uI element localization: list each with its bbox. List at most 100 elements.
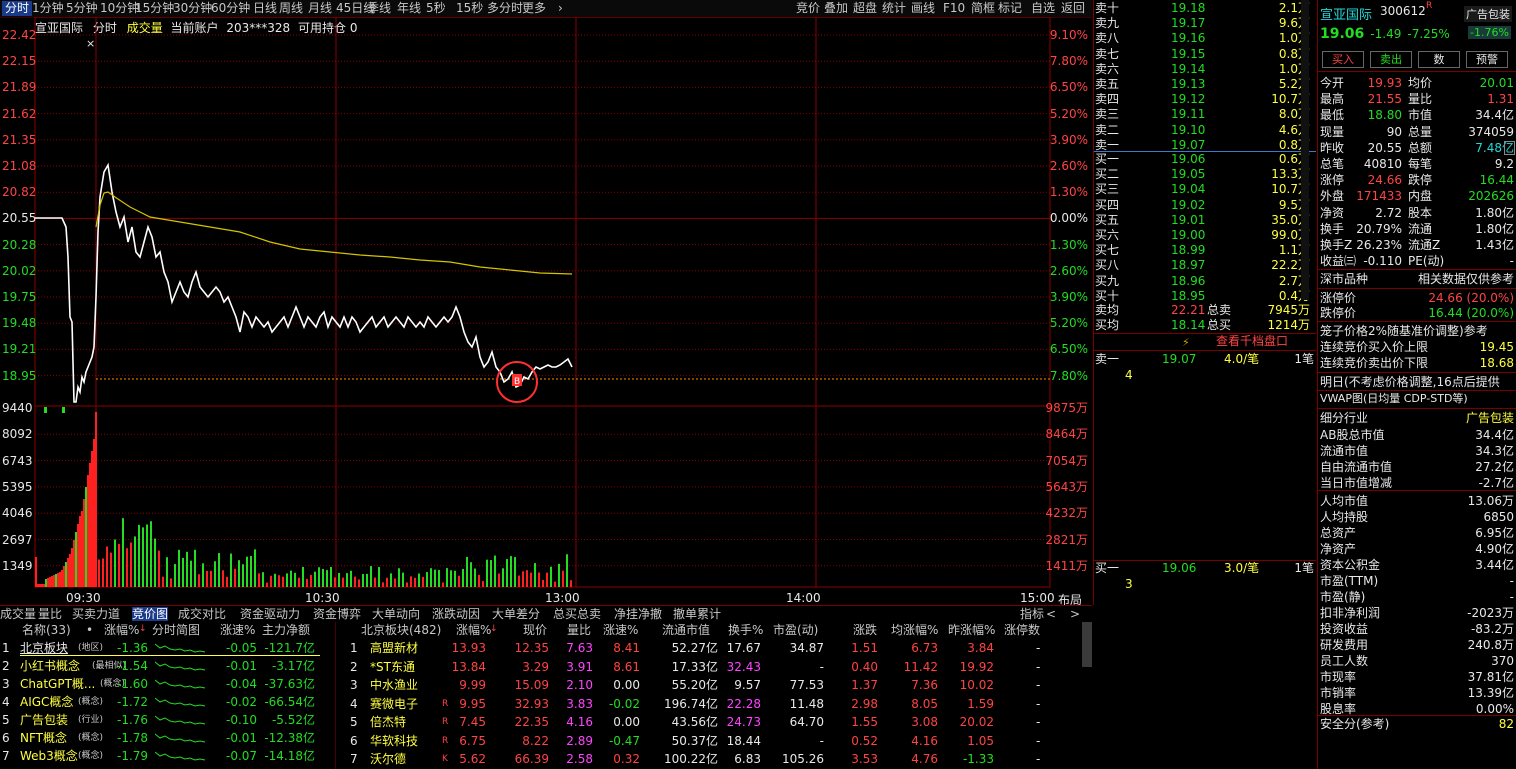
tool-7[interactable]: 标记 bbox=[998, 1, 1022, 16]
left-table-header[interactable]: 名称(33) bbox=[22, 622, 71, 638]
right-table-scrollbar[interactable] bbox=[1082, 622, 1092, 667]
sell-level[interactable]: 卖四 19.12 10.7万 bbox=[1094, 92, 1316, 107]
intraday-chart[interactable]: 宣亚国际 分时 成交量 当前账户 203***328 可用持仓 0 × B 布局… bbox=[0, 17, 1092, 607]
tool-1[interactable]: 叠加 bbox=[824, 1, 848, 16]
right-table-row[interactable]: 7 沃尔德 K 5.62 66.39 2.58 0.32 100.22亿 6.83 105.26 3… bbox=[336, 750, 1081, 768]
tab-period-2[interactable]: 5分钟 bbox=[66, 1, 98, 16]
right-table-row[interactable]: 1 高盟新材 13.93 12.35 7.63 8.41 52.27亿 17.67 34.87 1… bbox=[336, 639, 1081, 657]
buy-level[interactable]: 买二 19.05 13.3万 bbox=[1094, 167, 1316, 182]
tab-period-12[interactable]: 年线 bbox=[397, 1, 421, 16]
tab-period-0[interactable]: 分时 bbox=[2, 1, 33, 16]
sell-level[interactable]: 卖五 19.13 5.2万 bbox=[1094, 77, 1316, 92]
left-table-row[interactable]: 3 ChatGPT概... (概念) -1.60 -0.04 -37.63亿 bbox=[0, 675, 335, 693]
buy-level[interactable]: 买四 19.02 9.5万 bbox=[1094, 198, 1316, 213]
right-table-header[interactable]: 均涨幅% bbox=[891, 622, 938, 638]
tab-period-16[interactable]: 更多 bbox=[522, 1, 546, 16]
more-arrow-icon[interactable]: › bbox=[558, 1, 563, 16]
right-table-row[interactable]: 3 中水渔业 9.99 15.09 2.10 0.00 55.20亿 9.57 77.53 1.3… bbox=[336, 676, 1081, 694]
right-table-header[interactable]: 涨幅% bbox=[456, 622, 491, 638]
indicator-tab[interactable]: 成交量 bbox=[0, 607, 36, 621]
left-table-header[interactable]: 分时简图 bbox=[152, 622, 200, 638]
tool-6[interactable]: 简框 bbox=[971, 1, 995, 16]
alert-button[interactable]: 预警 bbox=[1466, 51, 1508, 68]
tool-4[interactable]: 画线 bbox=[911, 1, 935, 16]
sell-level[interactable]: 卖三 19.11 8.0万 bbox=[1094, 107, 1316, 122]
sell-level[interactable]: 卖八 19.16 1.0万 bbox=[1094, 31, 1316, 46]
sell-level[interactable]: 卖十 19.18 2.1万 bbox=[1094, 1, 1316, 16]
indicator-tab[interactable]: 净挂净撤 bbox=[614, 607, 662, 621]
right-table-row[interactable]: 2 *ST东通 13.84 3.29 3.91 8.61 17.33亿 32.43 - 0.40 1… bbox=[336, 658, 1081, 676]
sell-level[interactable]: 卖九 19.17 9.6万 bbox=[1094, 16, 1316, 31]
right-table-header[interactable]: 换手% bbox=[728, 622, 763, 638]
tab-period-15[interactable]: 多分时 bbox=[487, 1, 523, 16]
left-table-row[interactable]: 5 广告包装 (行业) -1.76 -0.10 -5.52亿 bbox=[0, 711, 335, 729]
indicator-tab[interactable]: 量比 bbox=[38, 607, 62, 621]
tab-period-11[interactable]: 季线 bbox=[367, 1, 391, 16]
left-table-row[interactable]: 4 AIGC概念 (概念) -1.72 -0.02 -66.54亿 bbox=[0, 693, 335, 711]
sell-level[interactable]: 卖七 19.15 0.8万 bbox=[1094, 47, 1316, 62]
tab-period-1[interactable]: 1分钟 bbox=[32, 1, 64, 16]
tab-period-3[interactable]: 10分钟 bbox=[100, 1, 139, 16]
buy-level[interactable]: 买三 19.04 10.7万 bbox=[1094, 182, 1316, 197]
buy-level[interactable]: 买十 18.95 0.4万 bbox=[1094, 289, 1316, 304]
industry-value[interactable]: 广告包装 bbox=[1466, 410, 1514, 426]
right-table-header[interactable]: 北京板块(482) bbox=[361, 622, 441, 638]
tab-period-9[interactable]: 月线 bbox=[308, 1, 332, 16]
indicator-tab[interactable]: 资金博弈 bbox=[313, 607, 361, 621]
buy-level[interactable]: 买一 19.06 0.6万 bbox=[1094, 152, 1316, 167]
sell-button[interactable]: 卖出 bbox=[1370, 51, 1412, 68]
vwap-link[interactable]: VWAP图(日均量 CDP-STD等) bbox=[1320, 391, 1514, 407]
sell-level[interactable]: 卖六 19.14 1.0万 bbox=[1094, 62, 1316, 77]
tab-period-8[interactable]: 周线 bbox=[279, 1, 303, 16]
tab-period-5[interactable]: 30分钟 bbox=[173, 1, 212, 16]
right-table-header[interactable]: 流通市值 bbox=[662, 622, 710, 638]
left-table-row[interactable]: 2 小红书概念 (最相似) -1.54 -0.01 -3.17亿 bbox=[0, 657, 335, 675]
right-table-header[interactable]: 现价 bbox=[523, 622, 547, 638]
right-table-header[interactable]: 市盈(动) bbox=[773, 622, 818, 638]
indicator-tab[interactable]: 买卖力道 bbox=[72, 607, 120, 621]
tool-2[interactable]: 超盘 bbox=[853, 1, 877, 16]
right-table-header[interactable]: 量比 bbox=[567, 622, 591, 638]
buy-level[interactable]: 买五 19.01 35.0万 bbox=[1094, 213, 1316, 228]
tool-3[interactable]: 统计 bbox=[882, 1, 906, 16]
right-table-row[interactable]: 6 华软科技 R 6.75 8.22 2.89 -0.47 50.37亿 18.44 - 0.52 4… bbox=[336, 732, 1081, 750]
scroll-left-arrow[interactable]: < bbox=[1046, 607, 1056, 621]
right-table-row[interactable]: 5 倍杰特 R 7.45 22.35 4.16 0.00 43.56亿 24.73 64.70 1.… bbox=[336, 713, 1081, 731]
tab-period-4[interactable]: 15分钟 bbox=[135, 1, 174, 16]
sell-level[interactable]: 卖二 19.10 4.6万 bbox=[1094, 123, 1316, 138]
left-table-header[interactable]: 涨幅% bbox=[104, 622, 139, 638]
indicator-menu-button[interactable]: 指标 bbox=[1020, 607, 1044, 621]
tool-9[interactable]: 返回 bbox=[1061, 1, 1085, 16]
indicator-tab[interactable]: 撤单累计 bbox=[673, 607, 721, 621]
indicator-tab[interactable]: 资金驱动力 bbox=[240, 607, 300, 621]
indicator-tab[interactable]: 竞价图 bbox=[132, 607, 169, 621]
order-book-scrollbar[interactable] bbox=[1301, 0, 1309, 300]
quantity-button[interactable]: 数 bbox=[1418, 51, 1460, 68]
tool-8[interactable]: 自选 bbox=[1031, 1, 1055, 16]
buy-level[interactable]: 买七 18.99 1.1万 bbox=[1094, 243, 1316, 258]
indicator-tab[interactable]: 大单差分 bbox=[492, 607, 540, 621]
right-table-header[interactable]: 涨跌 bbox=[853, 622, 877, 638]
tab-period-6[interactable]: 60分钟 bbox=[211, 1, 250, 16]
right-table-header[interactable]: 涨速% bbox=[603, 622, 638, 638]
tool-0[interactable]: 竞价 bbox=[796, 1, 820, 16]
right-table-header[interactable]: 昨涨幅% bbox=[948, 622, 995, 638]
left-table-row[interactable]: 6 NFT概念 (概念) -1.78 -0.01 -12.38亿 bbox=[0, 729, 335, 747]
left-table-row[interactable]: 7 Web3概念 (概念) -1.79 -0.07 -14.18亿 bbox=[0, 747, 335, 765]
full-depth-link[interactable]: 查看千档盘口 bbox=[1216, 334, 1288, 349]
right-table-row[interactable]: 4 赛微电子 R 9.95 32.93 3.83 -0.02 196.74亿 22.28 11.4… bbox=[336, 695, 1081, 713]
left-table-header[interactable]: • bbox=[86, 622, 93, 638]
indicator-tab[interactable]: 大单动向 bbox=[372, 607, 420, 621]
buy-button[interactable]: 买入 bbox=[1322, 51, 1364, 68]
tool-5[interactable]: F10 bbox=[943, 1, 965, 16]
buy-level[interactable]: 买九 18.96 2.7万 bbox=[1094, 274, 1316, 289]
tab-period-13[interactable]: 5秒 bbox=[426, 1, 446, 16]
left-table-header[interactable]: 涨速% bbox=[220, 622, 255, 638]
indicator-tab[interactable]: 成交对比 bbox=[178, 607, 226, 621]
scroll-right-arrow[interactable]: > bbox=[1070, 607, 1080, 621]
tab-period-7[interactable]: 日线 bbox=[253, 1, 277, 16]
right-table-header[interactable]: 涨停数 bbox=[1004, 622, 1040, 638]
buy-level[interactable]: 买六 19.00 99.0万 bbox=[1094, 228, 1316, 243]
left-table-header[interactable]: 主力净额 bbox=[262, 622, 310, 638]
buy-level[interactable]: 买八 18.97 22.2万 bbox=[1094, 258, 1316, 273]
